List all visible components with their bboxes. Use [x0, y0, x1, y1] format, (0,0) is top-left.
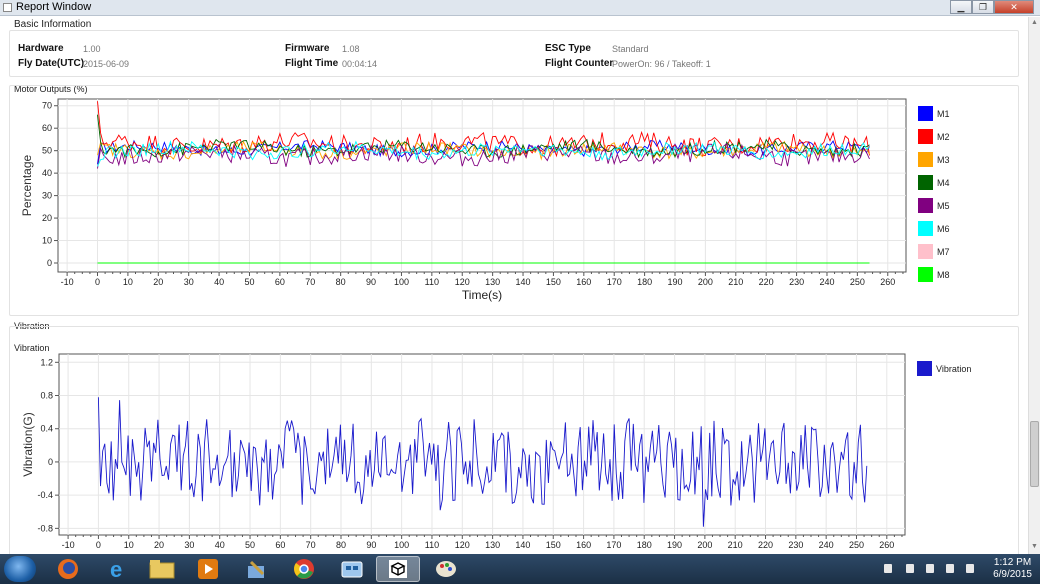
scrollbar-thumb[interactable] [1030, 421, 1039, 487]
x-tick-label: 20 [154, 540, 164, 550]
x-tick-label: 140 [515, 540, 530, 550]
y-tick-label: -0.4 [37, 490, 53, 500]
window-controls: ▁ ❐ ✕ [950, 0, 1034, 14]
vertical-scrollbar[interactable]: ▲ ▼ [1028, 17, 1040, 554]
x-tick-label: 60 [275, 540, 285, 550]
legend-swatch-vibration [917, 361, 932, 376]
maximize-button[interactable]: ❐ [972, 0, 994, 14]
x-tick-label: 220 [758, 540, 773, 550]
x-tick-label: 10 [124, 540, 134, 550]
x-tick-label: -10 [62, 540, 75, 550]
system-tray: 1:12 PM 6/9/2015 [870, 554, 1040, 584]
y-axis-label: Vibration(G) [21, 412, 35, 476]
svg-text:e: e [110, 558, 122, 580]
x-tick-label: 40 [215, 540, 225, 550]
volume-icon[interactable] [966, 564, 974, 573]
x-tick-label: 30 [184, 540, 194, 550]
x-tick-label: 250 [849, 540, 864, 550]
chrome-taskbar-icon[interactable] [282, 556, 326, 582]
window-title: Report Window [16, 1, 92, 13]
palette-icon [436, 561, 456, 577]
paint-brush-icon [248, 560, 265, 578]
cube-icon [389, 560, 407, 578]
x-tick-label: 0 [96, 540, 101, 550]
x-tick-label: 100 [394, 540, 409, 550]
x-tick-label: 230 [788, 540, 803, 550]
media-player-icon [198, 559, 218, 579]
x-tick-label: 130 [485, 540, 500, 550]
paint-taskbar-icon[interactable] [234, 556, 278, 582]
x-tick-label: 190 [667, 540, 682, 550]
vibration-chart: -10 0 10 20 30 40 50 60 70 80 90 100 110 120 130 140 150… [21, 353, 971, 550]
taskbar: e 1:12 PM 6/9/2015 [0, 554, 1040, 584]
tray-arrow-icon[interactable] [884, 564, 892, 573]
y-tick-label: 0 [48, 457, 53, 467]
scroll-down-icon[interactable]: ▼ [1031, 543, 1038, 550]
x-tick-label: 210 [728, 540, 743, 550]
network-status-icon[interactable] [946, 564, 954, 573]
ie-taskbar-icon[interactable]: e [96, 556, 140, 582]
folder-icon [149, 560, 175, 579]
explorer-taskbar-icon[interactable] [140, 556, 184, 582]
x-tick-label: 90 [366, 540, 376, 550]
clock-time: 1:12 PM [993, 557, 1032, 568]
y-tick-label: 0.4 [40, 424, 53, 434]
y-tick-label: 1.2 [40, 357, 53, 367]
x-tick-label: 260 [879, 540, 894, 550]
close-icon: ✕ [1010, 1, 1018, 12]
x-tick-label: 240 [819, 540, 834, 550]
x-tick-label: 120 [455, 540, 470, 550]
x-tick-label: 180 [637, 540, 652, 550]
firefox-taskbar-icon[interactable] [46, 556, 90, 582]
battery-icon[interactable] [926, 564, 934, 573]
start-button[interactable] [4, 556, 36, 582]
report-app-taskbar-icon[interactable] [376, 556, 420, 582]
x-tick-label: 80 [336, 540, 346, 550]
scroll-up-icon[interactable]: ▲ [1031, 19, 1038, 26]
palette-taskbar-icon[interactable] [424, 556, 468, 582]
y-tick-label: -0.8 [37, 523, 53, 533]
minimize-icon: ▁ [957, 1, 965, 12]
close-button[interactable]: ✕ [994, 0, 1034, 14]
chrome-icon [294, 559, 314, 579]
x-tick-label: 110 [425, 540, 439, 550]
media-player-taskbar-icon[interactable] [186, 556, 230, 582]
x-tick-label: 170 [606, 540, 621, 550]
title-bar: Report Window ▁ ❐ ✕ [0, 0, 1040, 16]
firefox-icon [58, 559, 78, 579]
y-tick-label: 0.8 [40, 391, 53, 401]
clock-date: 6/9/2015 [993, 569, 1032, 580]
x-tick-label: 150 [546, 540, 561, 550]
legend-label-vibration: Vibration [936, 364, 971, 374]
app-icon [3, 3, 12, 12]
maximize-icon: ❐ [978, 1, 988, 12]
x-tick-label: 50 [245, 540, 255, 550]
x-tick-label: 70 [306, 540, 316, 550]
x-tick-label: 160 [576, 540, 591, 550]
internet-explorer-icon: e [110, 558, 122, 580]
system-clock[interactable]: 1:12 PM 6/9/2015 [993, 557, 1032, 581]
x-tick-label: 200 [697, 540, 712, 550]
action-center-icon[interactable] [906, 564, 914, 573]
network-tool-taskbar-icon[interactable] [330, 556, 374, 582]
minimize-button[interactable]: ▁ [950, 0, 972, 14]
report-content: Basic Information Hardware 1.00 Fly Date… [0, 17, 1028, 554]
network-icon [341, 561, 363, 578]
